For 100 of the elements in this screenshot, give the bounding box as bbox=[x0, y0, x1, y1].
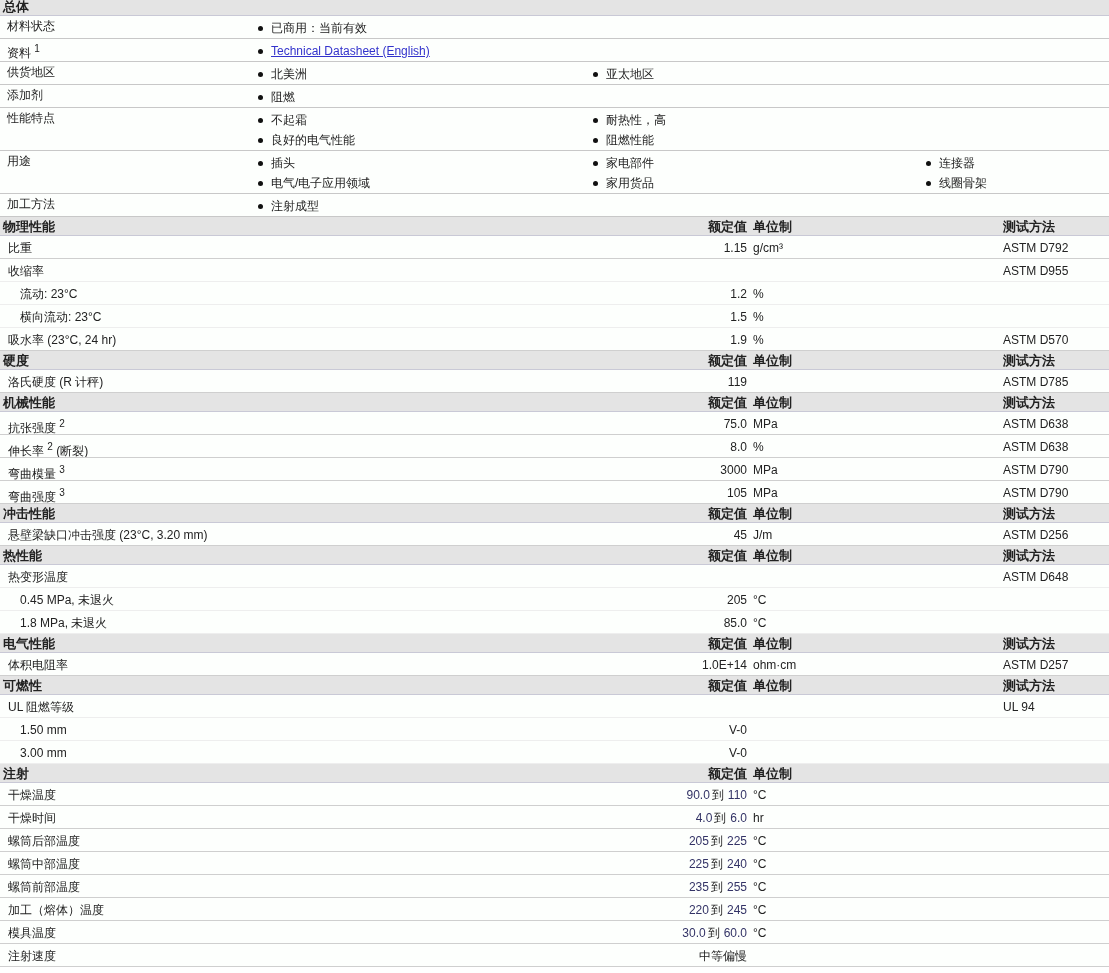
property-value: 105 bbox=[726, 486, 747, 500]
property-value: 255 bbox=[726, 880, 747, 894]
test-method: ASTM D792 bbox=[1003, 241, 1069, 255]
property-value: 75.0 bbox=[723, 417, 747, 431]
property-label: 横向流动: 23°C bbox=[20, 310, 102, 324]
column-header: 测试方法 bbox=[1003, 506, 1055, 521]
column-header: 额定值 bbox=[708, 548, 747, 563]
property-value: 220 bbox=[688, 903, 709, 917]
property-label: 比重 bbox=[8, 241, 32, 255]
test-method: ASTM D790 bbox=[1003, 463, 1069, 477]
property-value: 阻燃 bbox=[271, 89, 295, 105]
column-header: 额定值 bbox=[708, 219, 747, 234]
column-header: 单位制 bbox=[753, 219, 792, 234]
bullet-icon bbox=[258, 180, 263, 186]
property-label: 1.8 MPa, 未退火 bbox=[20, 616, 108, 630]
property-value: 线圈骨架 bbox=[939, 175, 987, 191]
property-label: 1.50 mm bbox=[20, 723, 67, 737]
property-label: 弯曲模量 $^{3}$ bbox=[8, 467, 65, 480]
bullet-icon bbox=[258, 48, 263, 54]
property-label: 加工方法 bbox=[7, 197, 55, 211]
column-header: 测试方法 bbox=[1003, 548, 1055, 563]
test-method: ASTM D638 bbox=[1003, 417, 1069, 431]
test-method: ASTM D955 bbox=[1003, 264, 1069, 278]
unit: hr bbox=[753, 811, 764, 825]
unit: °C bbox=[753, 616, 767, 630]
column-header: 单位制 bbox=[753, 395, 792, 410]
section-title: 冲击性能 bbox=[2, 505, 56, 522]
column-header: 额定值 bbox=[708, 395, 747, 410]
unit: °C bbox=[753, 926, 767, 940]
column-header: 测试方法 bbox=[1003, 353, 1055, 368]
property-value: 205 bbox=[726, 593, 747, 607]
property-value: 1.0E+14 bbox=[701, 658, 747, 672]
unit: °C bbox=[753, 857, 767, 871]
property-label: 资料 $^{1}$ bbox=[7, 46, 40, 60]
bullet-icon bbox=[258, 71, 263, 77]
property-label: 抗张强度 $^{2}$ bbox=[8, 421, 65, 434]
column-header: 单位制 bbox=[753, 506, 792, 521]
column-header: 测试方法 bbox=[1003, 636, 1055, 651]
property-label: 螺筒后部温度 bbox=[8, 834, 80, 848]
unit: J/m bbox=[753, 528, 773, 542]
section-title: 电气性能 bbox=[2, 635, 56, 652]
property-value: 225 bbox=[688, 857, 709, 871]
test-method: ASTM D257 bbox=[1003, 658, 1069, 672]
bullet-icon bbox=[258, 203, 263, 209]
property-label: 加工（熔体）温度 bbox=[8, 903, 104, 917]
section-title: 可燃性 bbox=[2, 677, 43, 694]
bullet-icon bbox=[593, 137, 598, 143]
property-value: 良好的电气性能 bbox=[271, 132, 355, 148]
property-value: 中等偏慢 bbox=[699, 949, 747, 963]
property-value: 205 bbox=[688, 834, 709, 848]
property-value: V-0 bbox=[729, 723, 747, 737]
unit: MPa bbox=[753, 463, 778, 477]
column-header: 额定值 bbox=[708, 678, 747, 693]
property-value: 245 bbox=[726, 903, 747, 917]
unit: % bbox=[753, 287, 764, 301]
bullet-icon bbox=[593, 180, 598, 186]
property-value: 阻燃性能 bbox=[606, 132, 654, 148]
column-header: 额定值 bbox=[708, 353, 747, 368]
range-word: 到 bbox=[707, 926, 720, 940]
property-label: 吸水率 (23°C, 24 hr) bbox=[8, 333, 117, 347]
property-value: 家用货品 bbox=[606, 175, 654, 191]
property-label: 弯曲强度 $^{3}$ bbox=[8, 490, 65, 503]
unit: g/cm³ bbox=[753, 241, 783, 255]
datasheet-link[interactable]: Technical Datasheet (English) bbox=[271, 43, 430, 59]
test-method: ASTM D256 bbox=[1003, 528, 1069, 542]
property-label: 螺筒前部温度 bbox=[8, 880, 80, 894]
section-title: 热性能 bbox=[2, 547, 43, 564]
range-word: 到 bbox=[711, 788, 724, 802]
property-value: 家电部件 bbox=[606, 155, 654, 171]
bullet-icon bbox=[258, 160, 263, 166]
column-header: 单位制 bbox=[753, 353, 792, 368]
property-label: 悬壁梁缺口冲击强度 (23°C, 3.20 mm) bbox=[8, 528, 208, 542]
property-label: 材料状态 bbox=[7, 19, 55, 33]
property-value: 30.0 bbox=[682, 926, 706, 940]
unit: MPa bbox=[753, 417, 778, 431]
property-label: 流动: 23°C bbox=[20, 287, 78, 301]
test-method: ASTM D638 bbox=[1003, 440, 1069, 454]
range-word: 到 bbox=[710, 880, 723, 894]
unit: °C bbox=[753, 834, 767, 848]
property-label: 模具温度 bbox=[8, 926, 56, 940]
property-label: 体积电阻率 bbox=[8, 658, 68, 672]
property-label: 0.45 MPa, 未退火 bbox=[20, 593, 115, 607]
property-value: 4.0 bbox=[695, 811, 713, 825]
property-value: 电气/电子应用领域 bbox=[271, 175, 371, 191]
property-label: 用途 bbox=[7, 154, 31, 168]
section-title: 物理性能 bbox=[2, 218, 56, 235]
property-label: 收缩率 bbox=[8, 264, 44, 278]
property-value: 6.0 bbox=[730, 811, 747, 825]
property-value: 3000 bbox=[720, 463, 747, 477]
section-title: 硬度 bbox=[2, 352, 30, 369]
property-value: 1.5 bbox=[730, 310, 747, 324]
range-word: 到 bbox=[710, 857, 723, 871]
bullet-icon bbox=[258, 117, 263, 123]
property-value: 北美洲 bbox=[271, 66, 307, 82]
bullet-icon bbox=[593, 71, 598, 77]
property-value: 耐热性，高 bbox=[606, 112, 666, 128]
property-value: 240 bbox=[726, 857, 747, 871]
column-header: 单位制 bbox=[753, 766, 792, 781]
property-label: 干燥温度 bbox=[8, 788, 56, 802]
bullet-icon bbox=[258, 94, 263, 100]
